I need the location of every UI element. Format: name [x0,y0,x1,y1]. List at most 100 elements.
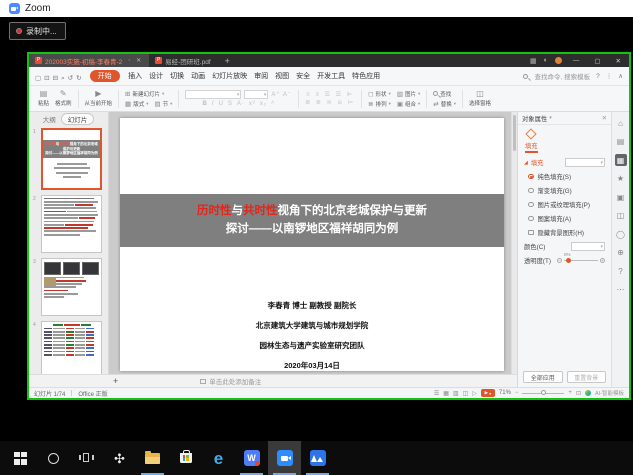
ai-template-label[interactable]: AI-智能模板 [595,389,624,397]
font-size-select[interactable] [244,90,268,99]
reset-background-button[interactable]: 重置背景 [567,371,607,383]
radio-icon[interactable] [528,188,534,194]
zoom-in-button[interactable]: + [568,390,572,396]
taskbar-edge-browser[interactable]: e [202,441,235,475]
new-slide-button[interactable]: ⊞ 新建幻灯片▾ [125,90,164,98]
skin-icon[interactable]: ◐ [544,57,548,64]
replace-button[interactable]: ⇄ 替换▾ [433,100,456,108]
taskbar-ms-store[interactable] [169,441,202,475]
underline-button[interactable]: U [219,101,224,107]
close-button[interactable]: ✕ [612,57,625,65]
italic-button[interactable]: I [212,101,215,107]
undo-icon[interactable]: ↺ [68,75,73,82]
menu-幻灯片放映[interactable]: 幻灯片放映 [212,71,247,81]
comment-icon[interactable]: ◯ [615,228,627,240]
more-icon[interactable]: ⋯ [615,284,627,296]
minimize-button[interactable]: — [569,57,584,64]
menu-审阅[interactable]: 审阅 [254,71,268,81]
section-button[interactable]: ▤ 节▾ [154,100,172,108]
help-icon[interactable]: ? [615,265,627,277]
fill-preset-dropdown[interactable] [565,158,605,167]
maximize-button[interactable]: ▢ [590,57,604,65]
section-expand-icon[interactable]: ◢ [524,160,528,166]
slide-thumbnail-2[interactable] [41,195,102,253]
transparency-slider[interactable]: 0% [564,260,598,261]
panel-close-icon[interactable]: ✕ [602,115,607,122]
taskbar-file-explorer[interactable] [136,441,169,475]
add-slide-button[interactable]: + [113,377,118,386]
fill-option[interactable]: 渐变填充(G) [524,186,605,195]
slider-handle[interactable] [566,258,571,263]
slide-editor[interactable]: 历时性与共时性视角下的北京老城保护与更新 探讨——以南锣地区福祥胡同为例 李春青… [120,118,504,371]
read-view-icon[interactable]: ◫ [463,390,469,397]
zoom-out-button[interactable]: − [515,390,519,396]
slide-thumbnail-4[interactable] [41,321,102,374]
selection-pane-button[interactable]: ◫ 选择窗格 [469,90,491,107]
radio-icon[interactable] [528,202,534,208]
ai-template-icon[interactable] [585,390,591,396]
menu-视图[interactable]: 视图 [275,71,289,81]
menu-开发工具[interactable]: 开发工具 [317,71,345,81]
collapse-ribbon-icon[interactable]: ∧ [618,72,623,80]
selection-icon[interactable]: ⊕ [615,247,627,259]
group-button[interactable]: ▣ 组合▾ [397,100,420,108]
properties-icon[interactable]: ▦ [615,154,627,166]
taskbar-zoom-client[interactable] [268,441,301,475]
taskbar-wps-office[interactable]: W [235,441,268,475]
zoom-slider[interactable] [522,393,564,394]
fill-option[interactable]: 图片或纹理填充(P) [524,200,605,209]
checkbox-icon[interactable] [528,230,534,236]
grid-icon[interactable]: ▦ [530,57,537,65]
slideshow-view-icon[interactable]: ▷ [472,390,477,397]
menu-特色应用[interactable]: 特色应用 [352,71,380,81]
slide-thumbnail-3[interactable] [41,258,102,316]
play-from-current-button[interactable]: ▶ 从当前开始 [85,90,113,107]
user-avatar[interactable] [555,57,562,64]
slides-tab[interactable]: 幻灯片 [61,113,95,125]
fill-tab[interactable]: 填充 [525,141,538,153]
shapes-button[interactable]: ◻ 形状▾ [368,90,391,98]
menu-home[interactable]: 开始 [90,70,120,82]
radio-icon[interactable] [528,174,534,180]
fill-option[interactable]: 隐藏背景图形(H) [524,228,605,237]
fill-option[interactable]: 图案填充(A) [524,214,605,223]
slide-thumbnail-1[interactable]: 历时性与共时性视角下的北京老城保护与更新探讨——以南锣地区福祥胡同为例 [41,128,102,190]
canvas-scrollbar[interactable] [511,112,517,374]
document-tab-pdf[interactable]: P 易经-团研班.pdf [149,54,217,67]
zoom-slider-handle[interactable] [541,390,546,395]
find-button[interactable]: 查找 [433,90,451,98]
paste-button[interactable]: ▤ 粘贴 [38,90,49,107]
print-icon[interactable]: ⊟ [53,75,58,82]
transition-icon[interactable]: ▣ [615,191,627,203]
arrange-button[interactable]: ≣ 排列▾ [368,100,391,108]
output-icon[interactable]: ⊡ [44,75,49,82]
font-family-select[interactable] [185,90,241,99]
layout-button[interactable]: ▦ 版式▾ [125,100,148,108]
save-icon[interactable]: ▢ [35,75,41,82]
menu-切换[interactable]: 切换 [170,71,184,81]
normal-view-icon[interactable]: ▦ [443,390,449,397]
decrease-icon[interactable]: − [557,258,562,263]
new-tab-button[interactable]: + [217,54,238,67]
effects-icon[interactable]: ★ [615,173,627,185]
tab-close-icon[interactable]: ◦ ✕ [125,57,143,64]
taskbar-search-button[interactable] [37,441,70,475]
bold-button[interactable]: B [203,101,208,107]
menu-插入[interactable]: 插入 [128,71,142,81]
notes-input[interactable]: 单击此处添加备注 [200,376,261,386]
picture-button[interactable]: ▧ 图片▾ [397,90,420,98]
chart-icon[interactable]: ◫ [615,210,627,222]
strike-button[interactable]: S [228,101,233,107]
document-tab-active[interactable]: P 202003实施-初稿-李春青-2 ◦ ✕ [29,54,149,67]
preview-icon[interactable]: ⌕ [61,75,65,82]
color-dropdown[interactable] [571,242,605,251]
fit-window-icon[interactable]: ⊡ [576,390,581,397]
slideshow-play-button[interactable]: ▶▾ [481,389,495,397]
taskbar-task-view-button[interactable] [70,441,103,475]
taskbar-start-button[interactable] [4,441,37,475]
apply-all-button[interactable]: 全部应用 [523,371,563,383]
fill-option[interactable]: 纯色填充(S) [524,172,605,181]
format-icon[interactable]: ▤ [615,136,627,148]
help-icon[interactable]: ? [596,73,600,80]
redo-icon[interactable]: ↻ [76,75,81,82]
